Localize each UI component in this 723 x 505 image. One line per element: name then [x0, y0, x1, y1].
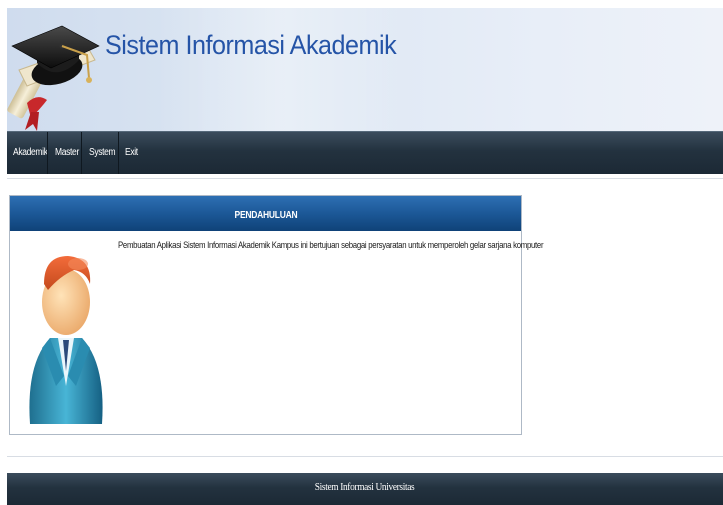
panel-header: PENDAHULUAN	[10, 196, 521, 231]
menu-item-exit[interactable]: Exit	[125, 132, 138, 174]
menu-item-system[interactable]: System	[89, 132, 116, 174]
site-title: Sistem Informasi Akademik	[105, 30, 397, 60]
main-menu-bar: Akademik Master System Exit	[7, 131, 723, 174]
header-banner: Sistem Informasi Akademik	[7, 8, 723, 131]
panel-title: PENDAHULUAN	[234, 210, 297, 221]
menu-separator	[81, 132, 82, 174]
intro-text: Pembuatan Aplikasi Sistem Informasi Akad…	[118, 240, 544, 251]
graduation-cap-diploma-icon	[7, 25, 100, 131]
footer-bar: Sistem Informasi Universitas	[7, 473, 723, 505]
header-glow	[157, 8, 407, 131]
menu-item-master[interactable]: Master	[55, 132, 79, 174]
user-avatar-icon	[29, 256, 103, 424]
menu-item-akademik[interactable]: Akademik	[13, 132, 48, 174]
menu-separator	[47, 132, 48, 174]
menu-separator	[118, 132, 119, 174]
intro-panel: PENDAHULUAN Pembuatan Aplikasi Sistem In…	[9, 195, 544, 435]
footer-text: Sistem Informasi Universitas	[315, 481, 415, 493]
